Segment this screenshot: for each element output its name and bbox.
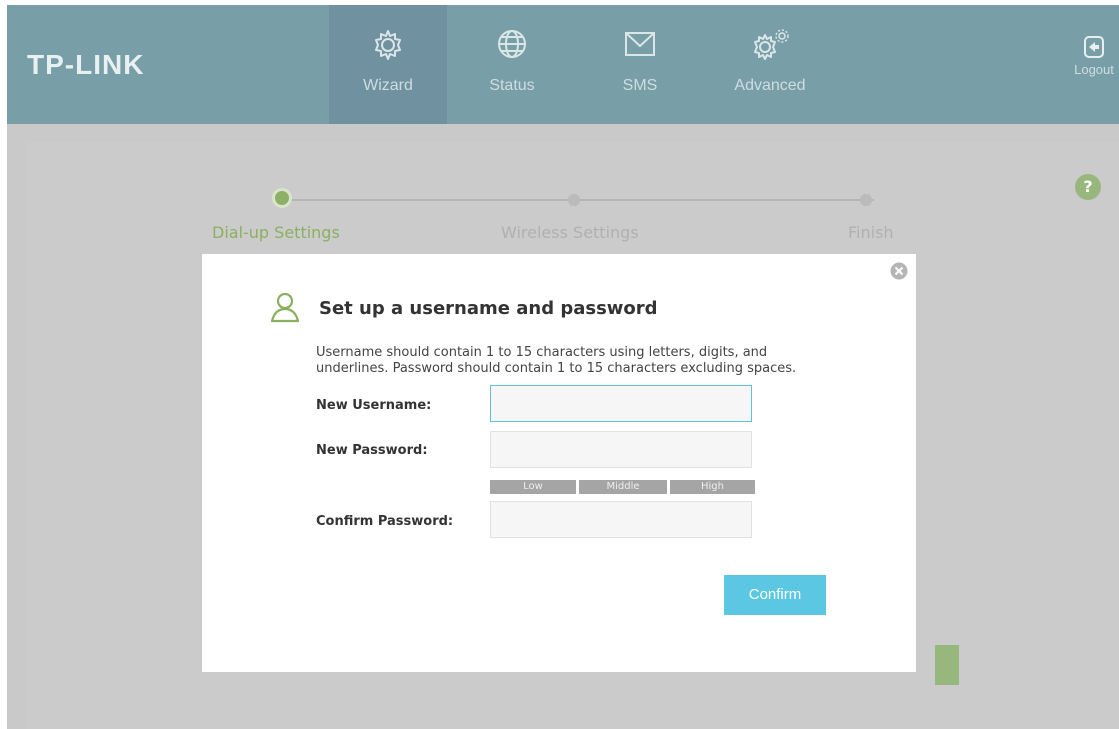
nav-sms-label: SMS — [622, 77, 658, 94]
step-label-wireless: Wireless Settings — [501, 223, 639, 242]
dialog-title: Set up a username and password — [319, 298, 658, 319]
next-button-partial[interactable] — [935, 645, 959, 685]
step-progress-line — [289, 199, 584, 201]
password-label: New Password: — [316, 443, 428, 458]
nav-wizard[interactable]: Wizard — [329, 5, 447, 124]
user-icon — [270, 292, 300, 323]
nav-status-label: Status — [489, 77, 535, 94]
logout-icon — [1084, 36, 1104, 58]
step-dot-finish — [860, 194, 872, 206]
strength-middle: Middle — [579, 480, 667, 494]
step-label-dialup: Dial-up Settings — [212, 223, 340, 242]
credentials-dialog: Set up a username and password Username … — [202, 254, 916, 672]
help-button[interactable]: ? — [1075, 174, 1101, 200]
nav-advanced-label: Advanced — [734, 77, 806, 94]
nav-wizard-label: Wizard — [363, 77, 413, 94]
step-progress-line — [584, 199, 874, 201]
strength-low: Low — [490, 480, 576, 494]
confirm-button[interactable]: Confirm — [724, 575, 826, 615]
step-dot-wireless — [568, 194, 580, 206]
confirm-password-label: Confirm Password: — [316, 514, 454, 529]
username-input[interactable] — [490, 385, 752, 422]
nav-sms[interactable]: SMS — [605, 5, 675, 124]
nav-advanced[interactable]: Advanced — [725, 5, 815, 124]
gears-icon — [754, 29, 789, 60]
brand-logo: TP-LINK — [27, 49, 145, 80]
close-icon[interactable] — [890, 262, 908, 280]
logout-button[interactable]: Logout — [1069, 35, 1119, 77]
globe-icon — [498, 30, 526, 58]
gear-icon — [375, 30, 401, 60]
step-dot-dialup — [275, 191, 289, 205]
envelope-icon — [625, 32, 655, 56]
top-nav-bar: TP-LINK Wizard Status SMS Advanced Logou… — [7, 5, 1119, 124]
confirm-password-input[interactable] — [490, 501, 752, 538]
username-label: New Username: — [316, 398, 432, 413]
nav-status[interactable]: Status — [477, 5, 547, 124]
strength-high: High — [670, 480, 755, 494]
password-input[interactable] — [490, 431, 752, 468]
dialog-description: Username should contain 1 to 15 characte… — [316, 345, 797, 376]
step-label-finish: Finish — [848, 223, 894, 242]
logout-label: Logout — [1074, 62, 1114, 77]
